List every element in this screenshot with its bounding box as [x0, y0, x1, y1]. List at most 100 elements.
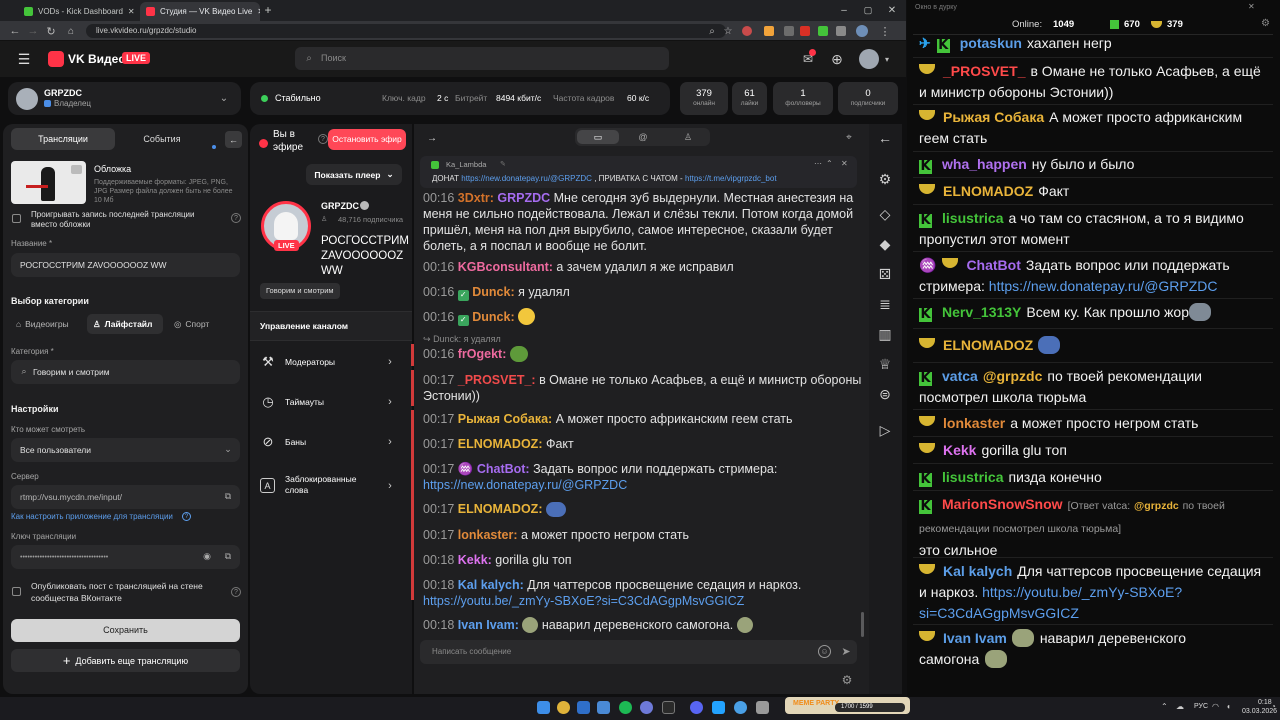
mention-icon[interactable]: @ [622, 130, 664, 144]
copy-icon[interactable]: ⧉ [223, 551, 233, 561]
add-icon[interactable]: ⊕ [829, 51, 845, 67]
extension-icon[interactable] [784, 26, 794, 36]
msg-link[interactable]: https://new.donatepay.ru/@GRPZDC [423, 478, 627, 492]
send-icon[interactable]: ➤ [839, 644, 853, 658]
msg-author[interactable]: KGBconsultant: [458, 260, 553, 274]
msg-author[interactable]: Kekk: [458, 553, 492, 567]
trophy-icon[interactable]: ♕ [877, 356, 893, 372]
home-icon[interactable]: ⌂ [64, 24, 78, 38]
arrow-right-icon[interactable]: → [424, 131, 440, 145]
msg-author[interactable]: Kal kalych: [458, 578, 524, 592]
new-tab-icon[interactable]: + [262, 3, 274, 17]
msg-link[interactable]: https://youtu.be/_zmYy-SBXoE?si=C3CdAGgp… [423, 594, 744, 608]
publish-post-checkbox[interactable] [12, 587, 21, 596]
menu-blocked-words[interactable]: A Заблокированные слова › [250, 469, 412, 503]
list-icon[interactable]: ≣ [877, 296, 893, 312]
volume-icon[interactable]: ◖ [1226, 702, 1231, 711]
msg-mention[interactable]: GRPZDC [497, 191, 550, 205]
language-indicator[interactable]: РУС [1194, 703, 1208, 710]
stream-name-input[interactable]: РОСГОССТРИМ ZAVOOOOOOZ WW [11, 253, 240, 277]
extension-icon[interactable] [742, 26, 752, 36]
video-icon[interactable]: ▷ [877, 422, 893, 438]
explorer-icon[interactable] [577, 701, 590, 714]
stop-stream-button[interactable]: Остановить эфир [328, 129, 406, 150]
chat-message[interactable]: 00:17 Рыжая Собака: А может просто африк… [423, 411, 863, 427]
tray-chevron-icon[interactable]: ⌃ [1161, 702, 1168, 711]
cover-thumbnail[interactable] [11, 161, 86, 204]
tray-icon[interactable]: ☁ [1176, 702, 1184, 711]
chat-message[interactable]: 00:17 _PROSVET_: в Омане не только Асафь… [423, 372, 863, 404]
menu-timeouts[interactable]: ◷ Таймауты › [250, 386, 412, 418]
help-icon[interactable]: ? [231, 213, 241, 223]
category-select[interactable]: ⌕ Говорим и смотрим [11, 360, 240, 384]
msg-link[interactable]: https://new.donatepay.ru/@GRPZDC [989, 278, 1218, 294]
setup-help-link[interactable]: Как настроить приложение для трансляции [11, 512, 173, 521]
translate-icon[interactable]: ⌕ [706, 25, 718, 37]
collapse-icon[interactable]: ⌃ [826, 159, 833, 168]
show-key-eye-icon[interactable]: ◉ [201, 551, 213, 561]
notifications-bell-icon[interactable]: ◔ [1271, 702, 1276, 711]
menu-kebab-icon[interactable]: ⋮ [878, 24, 892, 38]
bookmark-star-icon[interactable]: ☆ [722, 25, 734, 37]
emoji-picker-icon[interactable]: ☺ [818, 645, 831, 658]
discord-icon[interactable]: ⊜ [877, 386, 893, 402]
chat-input[interactable]: Написать сообщение ☺ ➤ [420, 640, 857, 664]
meme-party-widget[interactable]: MEME PARTY 1700 / 1599 [785, 697, 910, 714]
channel-selector[interactable]: GRPZDC Владелец ⌄ [8, 82, 241, 115]
copy-icon[interactable]: ⧉ [223, 491, 233, 501]
help-icon[interactable]: ? [318, 134, 328, 144]
help-icon[interactable]: ? [182, 512, 191, 521]
close-icon[interactable]: ✕ [841, 159, 848, 168]
overlay-settings-icon[interactable]: ⚙ [1261, 18, 1270, 29]
telegram-icon[interactable] [712, 701, 725, 714]
category-games-button[interactable]: ⌂ Видеоигры [11, 314, 84, 334]
collapse-panel-icon[interactable]: ← [225, 131, 242, 148]
chat-message[interactable]: 00:16 KGBconsultant: а зачем удалил я же… [423, 259, 863, 275]
chat-message[interactable]: 00:17 ELNOMADOZ: Факт [423, 436, 863, 452]
menu-bans[interactable]: ⊘ Баны › [250, 426, 412, 458]
chat-message[interactable]: 00:16 3Dxtr: GRPZDC Мне сегодня зуб выде… [423, 190, 863, 254]
chat-message[interactable]: 00:16 ✓ Dunck: [423, 308, 863, 326]
close-window-icon[interactable]: ✕ [886, 4, 898, 16]
settings-gear-icon[interactable]: ⚙ [877, 171, 893, 187]
profile-avatar[interactable] [856, 25, 868, 37]
chat-message[interactable]: 00:16 frOgekt: [423, 346, 863, 362]
show-player-button[interactable]: Показать плеер ⌄ [306, 164, 402, 185]
spotify-icon[interactable] [619, 701, 632, 714]
search-input[interactable]: ⌕ Поиск [295, 47, 669, 70]
help-icon[interactable]: ? [231, 587, 241, 597]
chevron-down-icon[interactable]: ▾ [882, 53, 892, 65]
tab-kick-dashboard[interactable]: VODs - Kick Dashboard ✕ [18, 2, 138, 21]
extensions-puzzle-icon[interactable] [836, 26, 846, 36]
chat-message[interactable]: 00:18 Kekk: gorilla glu топ [423, 552, 863, 568]
extension-icon[interactable] [764, 26, 774, 36]
gem-icon[interactable]: ◆ [877, 236, 893, 252]
msg-author[interactable]: 3Dxtr: [458, 191, 494, 205]
extension-icon[interactable] [800, 26, 810, 36]
more-icon[interactable]: ⋯ [814, 159, 822, 168]
close-tab-icon[interactable]: ✕ [128, 7, 135, 16]
app-icon[interactable] [690, 701, 703, 714]
url-field[interactable]: live.vkvideo.ru/grpzdc/studio [86, 24, 726, 38]
maximize-icon[interactable]: ▢ [862, 4, 874, 16]
server-field[interactable]: rtmp://vsu.mycdn.me/input/ ⧉ [11, 485, 240, 509]
add-stream-button[interactable]: + Добавить еще трансляцию [11, 649, 240, 672]
category-sport-button[interactable]: ◎ Спорт [169, 314, 229, 334]
msg-author[interactable]: ELNOMADOZ: [458, 437, 543, 451]
back-icon[interactable]: ← [8, 24, 22, 38]
msg-author[interactable]: Ivan Ivam: [458, 618, 519, 632]
chat-message[interactable]: 00:17 ♒ ChatBot: Задать вопрос или подде… [423, 461, 863, 493]
chat-scrollbar[interactable] [861, 612, 864, 637]
app-icon[interactable] [756, 701, 769, 714]
category-lifestyle-button[interactable]: ♙ Лайфстайл [87, 314, 163, 334]
network-icon[interactable]: ◠ [1212, 702, 1219, 711]
tab-events[interactable]: События [118, 128, 206, 150]
discord-icon[interactable] [640, 701, 653, 714]
user-avatar[interactable] [859, 49, 879, 69]
pin-icon[interactable]: ⌖ [842, 130, 856, 144]
app-icon[interactable] [734, 701, 747, 714]
stats-chart-icon[interactable]: ▥ [877, 326, 893, 342]
vk-logo-text[interactable]: VK Видео [68, 52, 126, 66]
msg-author[interactable]: _PROSVET_: [458, 373, 536, 387]
overlay-close-icon[interactable]: ✕ [1248, 2, 1255, 11]
